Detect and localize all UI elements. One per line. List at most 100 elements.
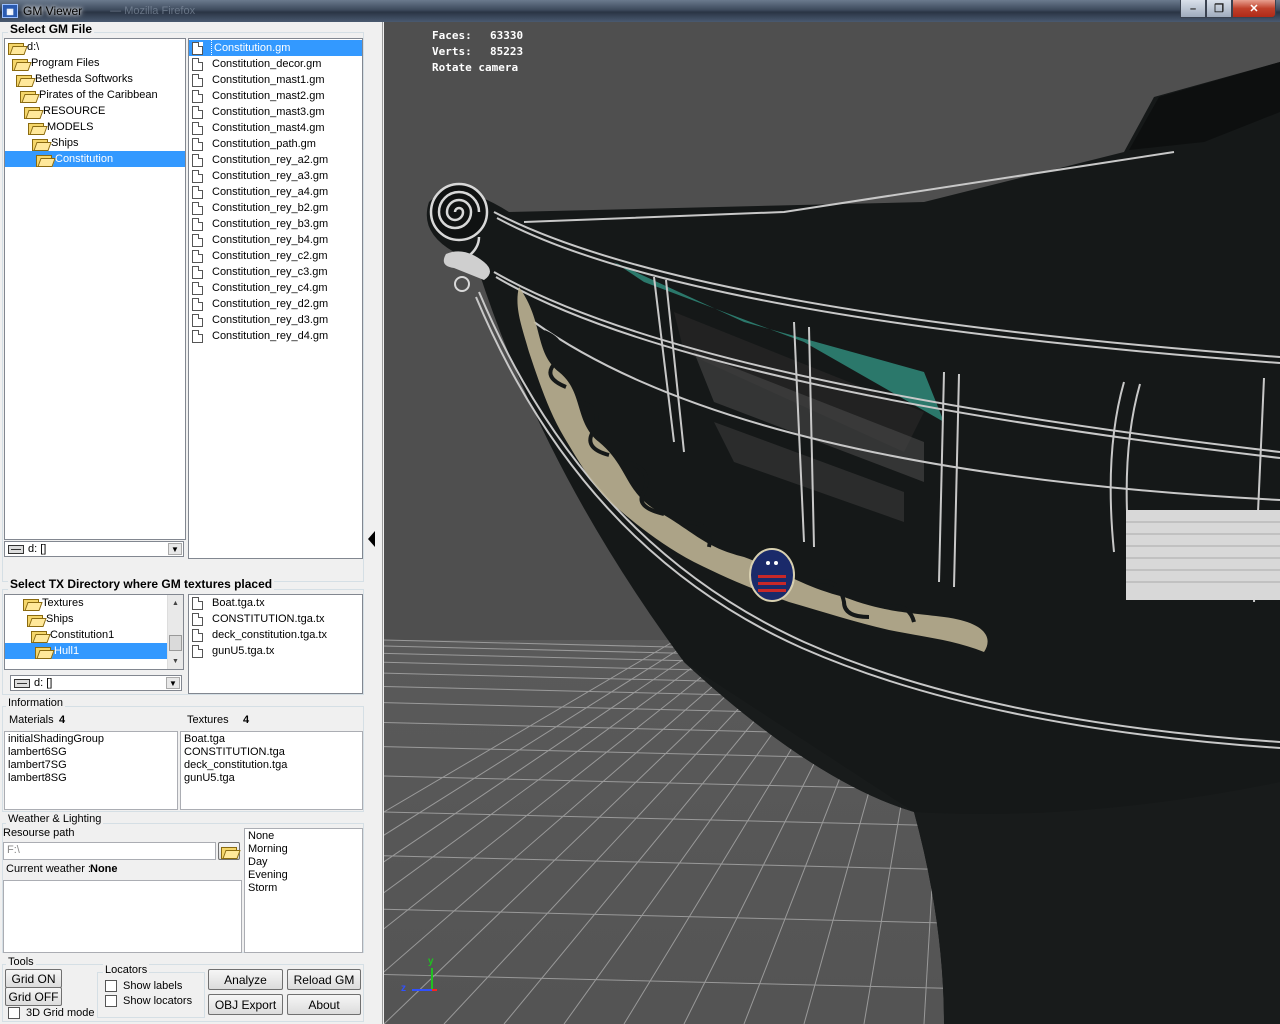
tree-item[interactable]: Program Files [5, 55, 185, 71]
tree-item[interactable]: Constitution1 [5, 627, 183, 643]
tx-folder-tree[interactable]: Textures Ships Constitution1 Hull1 [4, 594, 184, 670]
weather-options-list[interactable]: None Morning Day Evening Storm [244, 828, 363, 953]
materials-list[interactable]: initialShadingGroup lambert6SG lambert7SG l… [4, 731, 178, 810]
stats-overlay: Faces: 63330 Verts: 85223 Rotate camera [432, 28, 523, 76]
drive-icon [8, 544, 24, 554]
file-item[interactable]: Constitution_rey_c4.gm [189, 280, 362, 296]
list-item[interactable]: lambert6SG [8, 746, 174, 759]
tree-item[interactable]: RESOURCE [5, 103, 185, 119]
app-icon: ▦ [2, 4, 18, 18]
file-item[interactable]: Constitution_rey_d3.gm [189, 312, 362, 328]
grid-off-label: Grid OFF [8, 989, 59, 1004]
gm-file-list[interactable]: Constitution.gm Constitution_decor.gm Cons… [188, 38, 363, 559]
show-locators-checkbox[interactable]: Show locators [105, 995, 192, 1007]
gm-folder-tree[interactable]: d:\ Program Files Bethesda Softworks Pirate… [4, 38, 186, 540]
file-item[interactable]: Boat.tga.tx [189, 595, 362, 611]
close-button[interactable]: ✕ [1232, 0, 1276, 18]
file-item[interactable]: Constitution_path.gm [189, 136, 362, 152]
analyze-button[interactable]: Analyze [208, 969, 283, 990]
grid-3d-checkbox[interactable]: 3D Grid mode [8, 1007, 94, 1019]
list-item[interactable]: None [248, 830, 359, 843]
list-item[interactable]: initialShadingGroup [8, 733, 174, 746]
file-item-label: Constitution_decor.gm [212, 58, 322, 70]
list-item[interactable]: Boat.tga [184, 733, 359, 746]
file-item[interactable]: Constitution_mast1.gm [189, 72, 362, 88]
faces-value: 63330 [490, 29, 524, 42]
information-group-title: Information [6, 697, 66, 709]
grid-on-button[interactable]: Grid ON [5, 969, 62, 988]
list-item[interactable]: lambert8SG [8, 772, 174, 785]
list-item[interactable]: Day [248, 856, 359, 869]
scroll-thumb[interactable] [169, 635, 182, 651]
file-item[interactable]: deck_constitution.tga.tx [189, 627, 362, 643]
axis-z-label: z [401, 983, 406, 994]
textures-list[interactable]: Boat.tga CONSTITUTION.tga deck_constitutio… [180, 731, 363, 810]
file-item[interactable]: Constitution_mast2.gm [189, 88, 362, 104]
obj-export-button[interactable]: OBJ Export [208, 994, 283, 1015]
weather-notes-box[interactable] [3, 880, 242, 953]
file-item[interactable]: CONSTITUTION.tga.tx [189, 611, 362, 627]
file-item[interactable]: gunU5.tga.tx [189, 643, 362, 659]
maximize-button[interactable]: ❐ [1206, 0, 1232, 18]
list-item[interactable]: gunU5.tga [184, 772, 359, 785]
reload-gm-button[interactable]: Reload GM [287, 969, 361, 990]
minimize-button[interactable]: – [1180, 0, 1206, 18]
scroll-up-icon[interactable]: ▲ [168, 595, 183, 611]
file-item[interactable]: Constitution_rey_a3.gm [189, 168, 362, 184]
folder-icon [32, 138, 48, 151]
tree-item[interactable]: MODELS [5, 119, 185, 135]
tree-item[interactable]: Ships [5, 135, 185, 151]
scene-render[interactable] [384, 22, 1280, 1024]
scroll-down-icon[interactable]: ▼ [168, 653, 183, 669]
file-item[interactable]: Constitution_mast3.gm [189, 104, 362, 120]
tx-file-list[interactable]: Boat.tga.tx CONSTITUTION.tga.tx deck_const… [188, 594, 363, 694]
file-item[interactable]: Constitution_rey_a2.gm [189, 152, 362, 168]
show-labels-checkbox[interactable]: Show labels [105, 980, 182, 992]
gm-drive-select[interactable]: d: [] ▼ [4, 541, 184, 557]
chevron-down-icon[interactable]: ▼ [166, 677, 180, 689]
file-item[interactable]: Constitution_rey_d4.gm [189, 328, 362, 344]
list-item[interactable]: lambert7SG [8, 759, 174, 772]
file-item[interactable]: Constitution_decor.gm [189, 56, 362, 72]
tx-drive-value: d: [] [34, 677, 53, 689]
tree-item[interactable]: d:\ [5, 39, 185, 55]
folder-icon [8, 42, 24, 55]
collapse-panel-icon[interactable] [368, 531, 375, 547]
list-item[interactable]: Evening [248, 869, 359, 882]
file-item[interactable]: Constitution_mast4.gm [189, 120, 362, 136]
list-item[interactable]: Storm [248, 882, 359, 895]
tree-item[interactable]: Constitution [5, 151, 185, 167]
3d-viewport[interactable]: Faces: 63330 Verts: 85223 Rotate camera y … [384, 22, 1280, 1024]
file-item[interactable]: Constitution_rey_c3.gm [189, 264, 362, 280]
file-item[interactable]: Constitution_rey_b2.gm [189, 200, 362, 216]
faces-label: Faces: [432, 29, 472, 42]
list-item[interactable]: CONSTITUTION.tga [184, 746, 359, 759]
chevron-down-icon[interactable]: ▼ [168, 543, 182, 555]
file-item[interactable]: Constitution_rey_b4.gm [189, 232, 362, 248]
checkbox-icon [105, 995, 117, 1007]
tx-tree-scrollbar[interactable]: ▲ ▼ [167, 595, 183, 669]
file-item-label: Constitution_rey_d3.gm [212, 314, 329, 326]
deck-crates [1126, 510, 1280, 600]
resource-path-value: F:\ [7, 844, 20, 856]
list-item[interactable]: deck_constitution.tga [184, 759, 359, 772]
resource-path-input[interactable]: F:\ [3, 842, 216, 860]
tree-item[interactable]: Textures [5, 595, 183, 611]
tx-drive-select[interactable]: d: [] ▼ [10, 675, 182, 691]
tree-item[interactable]: Bethesda Softworks [5, 71, 185, 87]
folder-icon [36, 154, 52, 167]
file-item[interactable]: Constitution_rey_d2.gm [189, 296, 362, 312]
file-item[interactable]: Constitution_rey_b3.gm [189, 216, 362, 232]
file-item[interactable]: Constitution_rey_a4.gm [189, 184, 362, 200]
browse-folder-button[interactable] [218, 842, 240, 860]
list-item[interactable]: Morning [248, 843, 359, 856]
file-icon [192, 137, 203, 151]
file-item[interactable]: Constitution_rey_c2.gm [189, 248, 362, 264]
tree-item[interactable]: Ships [5, 611, 183, 627]
about-button[interactable]: About [287, 994, 361, 1015]
tree-item[interactable]: Hull1 [5, 643, 183, 659]
grid-off-button[interactable]: Grid OFF [5, 987, 62, 1006]
file-item[interactable]: Constitution.gm [189, 39, 362, 57]
tree-item[interactable]: Pirates of the Caribbean [5, 87, 185, 103]
drive-icon [14, 678, 30, 688]
